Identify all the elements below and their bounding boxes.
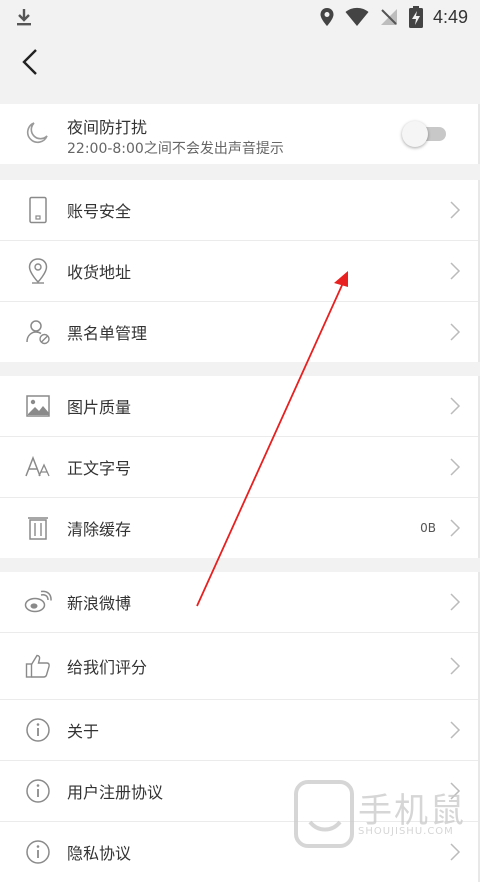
list-item-label: 关于: [67, 722, 100, 741]
chevron-right-icon: [450, 201, 461, 219]
night-mode-group: 夜间防打扰 22:00-8:00之间不会发出声音提示: [0, 104, 480, 164]
chevron-right-icon: [450, 397, 461, 415]
list-item-label: 图片质量: [67, 398, 132, 417]
chevron-right-icon: [450, 593, 461, 611]
list-item-image-quality[interactable]: 图片质量: [0, 376, 478, 437]
back-button[interactable]: [14, 44, 50, 80]
app-bar: [0, 34, 480, 90]
clock: 4:49: [432, 6, 468, 27]
wifi-icon: [345, 7, 369, 26]
list-item-shipping-address[interactable]: 收货地址: [0, 241, 478, 302]
list-item-blacklist[interactable]: 黑名单管理: [0, 302, 478, 362]
image-icon: [24, 392, 52, 420]
chevron-right-icon: [450, 323, 461, 341]
watermark-brand: 手机鼠: [358, 791, 466, 831]
download-icon: [17, 9, 31, 26]
night-mode-toggle[interactable]: [402, 121, 446, 147]
account-group: 账号安全 收货地址 黑名单管理: [0, 180, 480, 362]
list-item-label: 黑名单管理: [67, 324, 148, 343]
list-item-font-size[interactable]: 正文字号: [0, 437, 478, 498]
status-bar: 4:49: [0, 0, 480, 34]
list-item-about[interactable]: 关于: [0, 700, 478, 761]
display-group: 图片质量 正文字号 清除缓存 0B: [0, 376, 480, 558]
watermark-domain: SHOUJISHU.COM: [358, 826, 454, 837]
moon-icon: [24, 120, 52, 148]
list-item-label: 正文字号: [67, 459, 132, 478]
list-item-label: 账号安全: [67, 202, 132, 221]
list-item-label: 清除缓存: [67, 520, 132, 539]
battery-charging-icon: [408, 6, 423, 28]
night-mode-subtitle: 22:00-8:00之间不会发出声音提示: [67, 141, 284, 157]
info-icon: [24, 838, 52, 866]
list-item-clear-cache[interactable]: 清除缓存 0B: [0, 498, 478, 558]
chevron-right-icon: [450, 458, 461, 476]
night-mode-title: 夜间防打扰: [67, 118, 148, 137]
list-item-label: 新浪微博: [67, 594, 132, 613]
weibo-icon: [24, 588, 52, 616]
no-sim-icon: [380, 9, 397, 25]
location-pin-icon: [24, 257, 52, 285]
cache-size-value: 0B: [420, 521, 436, 535]
location-icon: [320, 8, 334, 26]
font-size-icon: [24, 453, 52, 481]
trash-icon: [24, 514, 52, 542]
list-item-label: 给我们评分: [67, 658, 148, 677]
chevron-right-icon: [450, 519, 461, 537]
chevron-right-icon: [450, 657, 461, 675]
list-item-label: 隐私协议: [67, 844, 132, 863]
night-mode-row[interactable]: 夜间防打扰 22:00-8:00之间不会发出声音提示: [0, 104, 478, 164]
list-item-rate-us[interactable]: 给我们评分: [0, 633, 478, 700]
list-item-label: 收货地址: [67, 263, 132, 282]
list-item-weibo[interactable]: 新浪微博: [0, 572, 478, 633]
info-icon: [24, 777, 52, 805]
list-item-account-security[interactable]: 账号安全: [0, 180, 478, 241]
chevron-right-icon: [450, 262, 461, 280]
info-icon: [24, 716, 52, 744]
chevron-right-icon: [450, 721, 461, 739]
thumbs-up-icon: [24, 652, 52, 680]
chevron-left-icon: [22, 49, 37, 75]
list-item-label: 用户注册协议: [67, 783, 164, 802]
phone-icon: [24, 196, 52, 224]
user-block-icon: [24, 318, 52, 346]
